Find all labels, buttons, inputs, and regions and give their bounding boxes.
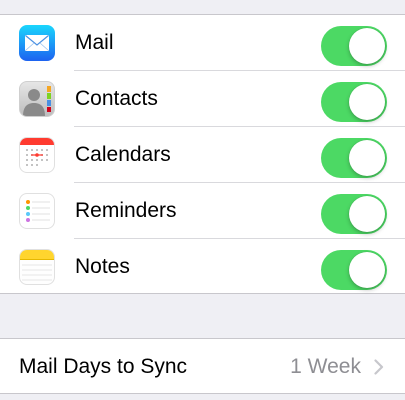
sync-services-group: Mail Contacts Calendars Reminders Notes — [0, 14, 405, 294]
mail-icon — [19, 25, 55, 61]
mail-days-to-sync-value: 1 Week — [290, 355, 361, 378]
toggle-knob — [349, 28, 385, 64]
notes-toggle[interactable] — [321, 250, 387, 290]
toggle-knob — [349, 196, 385, 232]
contacts-toggle[interactable] — [321, 82, 387, 122]
reminders-label: Reminders — [75, 199, 177, 222]
chevron-right-icon — [374, 359, 384, 375]
calendars-row: Calendars — [0, 127, 405, 183]
contacts-icon — [19, 81, 55, 117]
mail-row: Mail — [0, 15, 405, 71]
mail-days-to-sync-label: Mail Days to Sync — [19, 355, 188, 378]
calendars-label: Calendars — [75, 143, 171, 166]
reminders-row: Reminders — [0, 183, 405, 239]
notes-label: Notes — [75, 255, 130, 278]
reminders-icon — [19, 193, 55, 229]
mail-label: Mail — [75, 31, 114, 54]
calendars-toggle[interactable] — [321, 138, 387, 178]
notes-row: Notes — [0, 239, 405, 295]
notes-icon — [19, 249, 55, 285]
mail-days-to-sync-row[interactable]: Mail Days to Sync 1 Week — [0, 338, 405, 394]
toggle-knob — [349, 84, 385, 120]
contacts-label: Contacts — [75, 87, 158, 110]
toggle-knob — [349, 140, 385, 176]
mail-toggle[interactable] — [321, 26, 387, 66]
toggle-knob — [349, 252, 385, 288]
reminders-toggle[interactable] — [321, 194, 387, 234]
account-settings-screen: Mail Contacts Calendars Reminders Notes … — [0, 0, 405, 400]
contacts-row: Contacts — [0, 71, 405, 127]
calendar-icon — [19, 137, 55, 173]
